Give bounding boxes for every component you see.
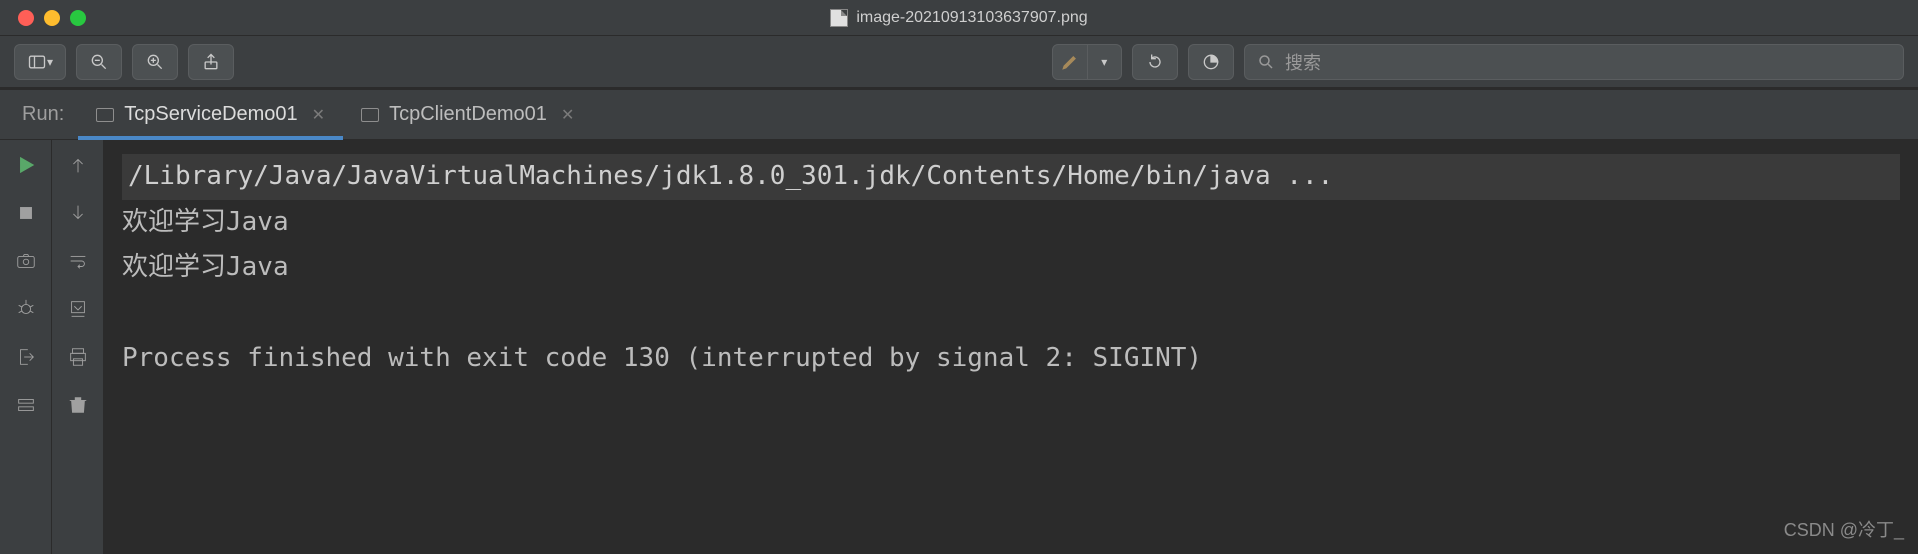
window-title-text: image-20210913103637907.png [856, 9, 1087, 27]
zoom-out-button[interactable] [76, 44, 122, 80]
share-button[interactable] [188, 44, 234, 80]
console-command-line: /Library/Java/JavaVirtualMachines/jdk1.8… [122, 154, 1900, 200]
soft-wrap-button[interactable] [63, 246, 93, 276]
run-actions-col-2 [52, 140, 104, 554]
tab-tcpservicedemo01[interactable]: TcpServiceDemo01 ✕ [78, 90, 343, 139]
pencil-icon [1060, 52, 1080, 72]
stop-icon [15, 202, 37, 224]
tab-label: TcpClientDemo01 [389, 103, 547, 126]
marker-icon [1201, 52, 1221, 72]
camera-icon [15, 250, 37, 272]
down-button[interactable] [63, 198, 93, 228]
run-label: Run: [0, 90, 78, 139]
console-line: 欢迎学习Java [122, 245, 1900, 291]
run-config-icon [96, 108, 114, 122]
trash-icon [67, 394, 89, 416]
run-tab-bar: Run: TcpServiceDemo01 ✕ TcpClientDemo01 … [0, 90, 1918, 140]
print-icon [67, 346, 89, 368]
console-line [122, 291, 1900, 337]
titlebar: image-20210913103637907.png [0, 0, 1918, 36]
rotate-button[interactable] [1132, 44, 1178, 80]
maximize-window-button[interactable] [70, 10, 86, 26]
debug-button[interactable] [11, 294, 41, 324]
run-config-icon [361, 108, 379, 122]
tab-tcpclientdemo01[interactable]: TcpClientDemo01 ✕ [343, 90, 592, 139]
close-tab-icon[interactable]: ✕ [308, 105, 325, 125]
run-actions-col-1 [0, 140, 52, 554]
console-line: Process finished with exit code 130 (int… [122, 336, 1900, 382]
console-line: 欢迎学习Java [122, 200, 1900, 246]
zoom-in-icon [145, 52, 165, 72]
chevron-down-icon: ▾ [47, 55, 53, 69]
exit-button[interactable] [11, 342, 41, 372]
share-icon [201, 52, 221, 72]
minimize-window-button[interactable] [44, 10, 60, 26]
arrow-up-icon [67, 154, 89, 176]
zoom-out-icon [89, 52, 109, 72]
scroll-end-icon [67, 298, 89, 320]
run-panel: /Library/Java/JavaVirtualMachines/jdk1.8… [0, 140, 1918, 554]
bug-icon [15, 298, 37, 320]
watermark: CSDN @冷丁_ [1784, 515, 1904, 547]
close-window-button[interactable] [18, 10, 34, 26]
panel-icon [27, 52, 47, 72]
search-input[interactable]: 搜索 [1244, 44, 1904, 80]
file-icon [830, 9, 848, 27]
arrow-down-icon [67, 202, 89, 224]
window-controls [0, 10, 86, 26]
up-button[interactable] [63, 150, 93, 180]
chevron-down-icon: ▾ [1101, 55, 1107, 69]
zoom-in-button[interactable] [132, 44, 178, 80]
layout-button[interactable] [11, 390, 41, 420]
tab-label: TcpServiceDemo01 [124, 103, 297, 126]
stop-button[interactable] [11, 198, 41, 228]
search-placeholder: 搜索 [1285, 49, 1321, 75]
console-output[interactable]: /Library/Java/JavaVirtualMachines/jdk1.8… [104, 140, 1918, 554]
rerun-button[interactable] [11, 150, 41, 180]
wrap-icon [67, 250, 89, 272]
print-button[interactable] [63, 342, 93, 372]
dump-button[interactable] [11, 246, 41, 276]
sidebar-toggle-button[interactable]: ▾ [14, 44, 66, 80]
info-button[interactable] [1188, 44, 1234, 80]
search-icon [1257, 53, 1275, 71]
exit-icon [15, 346, 37, 368]
clear-button[interactable] [63, 390, 93, 420]
scroll-to-end-button[interactable] [63, 294, 93, 324]
close-tab-icon[interactable]: ✕ [557, 105, 574, 125]
layout-icon [15, 394, 37, 416]
rotate-icon [1145, 52, 1165, 72]
toolbar: ▾ ▾ 搜索 [0, 36, 1918, 90]
play-icon [15, 154, 37, 176]
markup-button[interactable]: ▾ [1052, 44, 1122, 80]
window-title: image-20210913103637907.png [0, 9, 1918, 27]
